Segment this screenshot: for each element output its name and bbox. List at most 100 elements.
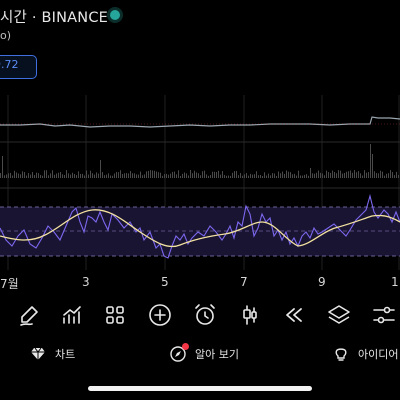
volume-bar bbox=[376, 172, 377, 178]
lightbulb-icon bbox=[335, 348, 347, 361]
volume-bar bbox=[280, 173, 281, 178]
volume-bar bbox=[152, 170, 153, 178]
volume-bar bbox=[0, 173, 1, 178]
volume-bar bbox=[120, 170, 121, 178]
volume-bar bbox=[380, 170, 381, 178]
volume-bar bbox=[296, 175, 297, 178]
volume-bar bbox=[240, 173, 241, 178]
volume-bar bbox=[352, 172, 353, 178]
volume-bar bbox=[212, 171, 213, 178]
volume-bar bbox=[8, 173, 9, 178]
volume-bar bbox=[336, 173, 337, 178]
volume-bar bbox=[264, 172, 265, 178]
volume-bar bbox=[288, 171, 289, 178]
volume-bar bbox=[354, 170, 355, 178]
volume-bar bbox=[102, 172, 103, 178]
x-axis-tick: 7 bbox=[240, 275, 248, 289]
candlestick-icon[interactable] bbox=[236, 301, 264, 329]
volume-bar bbox=[362, 175, 363, 178]
volume-bar bbox=[128, 173, 129, 178]
volume-bar bbox=[278, 171, 279, 178]
volume-bar bbox=[308, 175, 309, 178]
volume-bar bbox=[260, 175, 261, 178]
volume-bar bbox=[180, 175, 181, 178]
volume-bar bbox=[348, 171, 349, 178]
nav-item-ideas[interactable]: 아이디어 bbox=[333, 342, 398, 366]
indicator-chart-icon[interactable] bbox=[58, 301, 86, 329]
volume-bar bbox=[394, 175, 395, 178]
volume-bar bbox=[258, 175, 259, 178]
volume-bar bbox=[346, 171, 347, 178]
price-line bbox=[0, 116, 400, 128]
layout-grid-icon[interactable] bbox=[101, 301, 129, 329]
settings-sliders-icon[interactable] bbox=[370, 301, 398, 329]
volume-bar bbox=[28, 173, 29, 178]
volume-bar bbox=[248, 175, 249, 178]
volume-bar bbox=[174, 171, 175, 178]
volume-bar bbox=[232, 172, 233, 178]
volume-bar bbox=[106, 174, 107, 178]
volume-bar bbox=[22, 171, 23, 178]
volume-bar bbox=[340, 170, 341, 178]
volume-bar bbox=[324, 175, 325, 178]
x-axis-tick: 7월 bbox=[0, 277, 19, 291]
price-chart[interactable] bbox=[0, 0, 400, 275]
nav-item-chart[interactable]: 차트 bbox=[30, 342, 75, 366]
volume-bar bbox=[16, 172, 17, 178]
volume-bar bbox=[38, 173, 39, 178]
volume-bar bbox=[222, 171, 223, 178]
volume-bar bbox=[272, 173, 273, 178]
volume-bar bbox=[182, 173, 183, 178]
volume-bar bbox=[184, 172, 185, 178]
volume-bar bbox=[386, 173, 387, 178]
volume-bar bbox=[90, 170, 91, 178]
volume-bar bbox=[344, 173, 345, 178]
volume-bar bbox=[48, 175, 49, 178]
volume-bar bbox=[70, 174, 71, 178]
volume-bar bbox=[110, 175, 111, 178]
volume-bar bbox=[366, 172, 367, 178]
volume-bar bbox=[292, 174, 293, 178]
volume-bar bbox=[318, 170, 319, 178]
volume-bar bbox=[364, 170, 365, 178]
volume-bars bbox=[0, 144, 399, 178]
volume-bar bbox=[142, 175, 143, 178]
volume-bar bbox=[20, 174, 21, 178]
layers-icon[interactable] bbox=[325, 301, 353, 329]
replay-rewind-icon[interactable] bbox=[280, 301, 308, 329]
volume-bar bbox=[46, 170, 47, 178]
volume-bar bbox=[208, 175, 209, 178]
explore-compass-icon bbox=[170, 343, 189, 362]
volume-bar bbox=[214, 171, 215, 178]
volume-bar bbox=[304, 174, 305, 178]
volume-bar bbox=[94, 174, 95, 178]
alarm-clock-icon[interactable] bbox=[191, 301, 219, 329]
volume-bar bbox=[372, 154, 373, 178]
x-axis-tick: 9 bbox=[318, 275, 326, 289]
volume-bar bbox=[96, 172, 97, 178]
volume-bar bbox=[72, 172, 73, 178]
volume-bar bbox=[252, 174, 253, 178]
volume-bar bbox=[64, 174, 65, 178]
volume-bar bbox=[30, 174, 31, 178]
volume-bar bbox=[84, 175, 85, 178]
pen-icon[interactable] bbox=[15, 301, 43, 329]
add-circle-icon[interactable] bbox=[146, 301, 174, 329]
volume-bar bbox=[234, 171, 235, 178]
volume-bar bbox=[200, 175, 201, 178]
volume-bar bbox=[236, 170, 237, 178]
volume-bar bbox=[210, 175, 211, 178]
volume-bar bbox=[228, 175, 229, 178]
volume-bar bbox=[302, 175, 303, 178]
volume-bar bbox=[114, 173, 115, 178]
volume-bar bbox=[76, 175, 77, 178]
volume-bar bbox=[24, 172, 25, 178]
volume-bar bbox=[136, 174, 137, 178]
volume-bar bbox=[254, 174, 255, 178]
nav-item-explore[interactable]: 알아 보기 bbox=[170, 342, 239, 366]
volume-bar bbox=[294, 173, 295, 178]
volume-bar bbox=[192, 173, 193, 178]
volume-bar bbox=[334, 171, 335, 178]
volume-bar bbox=[286, 170, 287, 178]
volume-bar bbox=[124, 173, 125, 178]
